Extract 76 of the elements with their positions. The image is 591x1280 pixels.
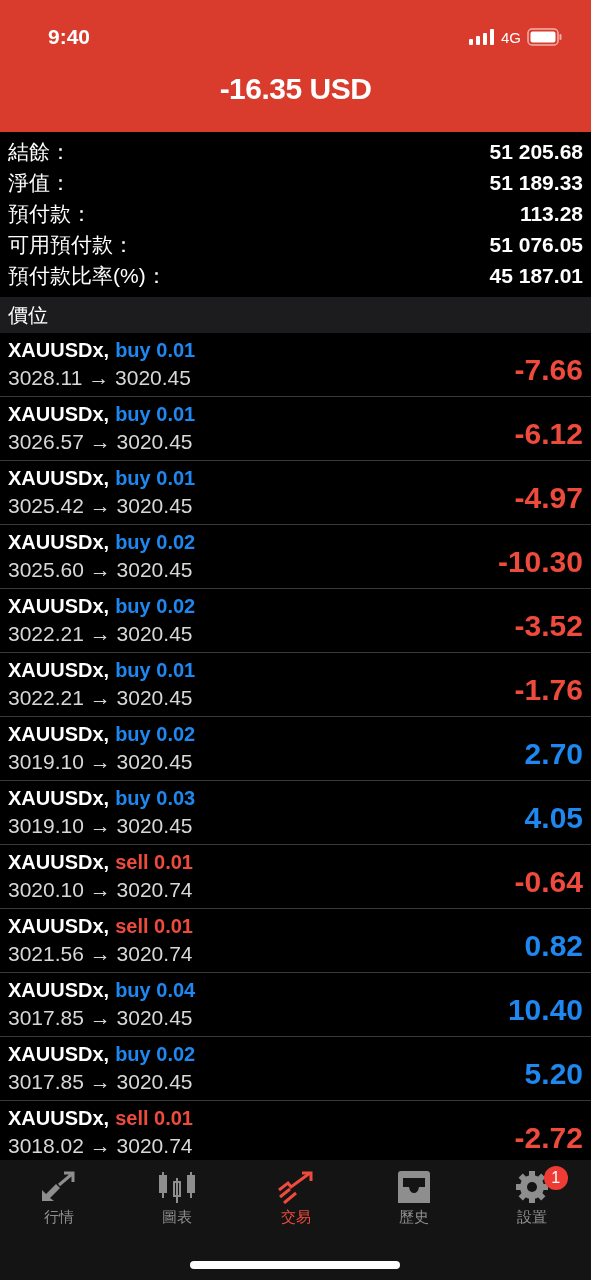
symbol-label: XAUUSDx,: [8, 915, 110, 938]
price-range: 3021.56 → 3020.74: [8, 942, 193, 966]
price-range: 3020.10 → 3020.74: [8, 878, 193, 902]
price-range: 3025.42 → 3020.45: [8, 494, 194, 518]
price-range: 3022.21 → 3020.45: [8, 686, 194, 710]
profit-value: -6.12: [514, 416, 583, 451]
summary-value: 113.28: [519, 201, 583, 226]
profit-value: 2.70: [524, 736, 583, 771]
profit-value: 4.05: [524, 800, 583, 835]
floating-profit: -16.35 USD: [218, 72, 373, 106]
summary-label: 可用預付款：: [8, 231, 134, 258]
battery-icon: [527, 28, 563, 46]
summary-label: 預付款比率(%)：: [8, 262, 167, 289]
order-label: buy 0.04: [115, 979, 196, 1002]
symbol-label: XAUUSDx,: [8, 851, 110, 874]
profit-value: -0.64: [514, 864, 583, 899]
section-header: 價位: [0, 297, 591, 333]
order-label: buy 0.03: [115, 787, 196, 810]
price-range: 3019.10 → 3020.45: [8, 814, 194, 838]
tab[interactable]: 設置 1: [472, 1168, 591, 1229]
profit-value: 0.82: [524, 928, 583, 963]
price-range: 3022.21 → 3020.45: [8, 622, 194, 646]
price-range: 3019.10 → 3020.45: [8, 750, 194, 774]
candlestick-icon: [157, 1170, 198, 1204]
order-label: buy 0.02: [115, 531, 196, 554]
symbol-label: XAUUSDx,: [8, 979, 110, 1002]
summary-value: 51 076.05: [489, 232, 583, 257]
order-label: sell 0.01: [115, 915, 193, 938]
price-range: 3017.85 → 3020.45: [8, 1070, 194, 1094]
profit-value: -2.72: [514, 1120, 583, 1155]
profit-value: 10.40: [507, 992, 583, 1027]
order-label: sell 0.01: [115, 851, 193, 874]
symbol-label: XAUUSDx,: [8, 659, 110, 682]
summary-value: 51 205.68: [489, 139, 583, 164]
profit-value: -1.76: [514, 672, 583, 707]
symbol-label: XAUUSDx,: [8, 595, 110, 618]
symbol-label: XAUUSDx,: [8, 531, 110, 554]
network-label: 4G: [501, 28, 521, 46]
symbol-label: XAUUSDx,: [8, 723, 110, 746]
tab[interactable]: 歷史: [354, 1168, 473, 1229]
price-range: 3017.85 → 3020.45: [8, 1006, 194, 1030]
order-label: buy 0.02: [115, 1043, 196, 1066]
order-label: buy 0.02: [115, 723, 196, 746]
tab[interactable]: 交易: [236, 1168, 355, 1229]
symbol-label: XAUUSDx,: [8, 403, 110, 426]
price-range: 3018.02 → 3020.74: [8, 1134, 193, 1158]
notification-badge: 1: [543, 1166, 568, 1190]
profit-value: -4.97: [514, 480, 583, 515]
profit-value: 5.20: [524, 1056, 583, 1091]
summary-label: 預付款：: [8, 200, 92, 227]
order-label: buy 0.01: [115, 467, 196, 490]
order-label: buy 0.01: [115, 339, 196, 362]
symbol-label: XAUUSDx,: [8, 339, 110, 362]
profit-value: -10.30: [497, 544, 583, 579]
price-range: 3026.57 → 3020.45: [8, 430, 194, 454]
symbol-label: XAUUSDx,: [8, 1107, 110, 1130]
tab[interactable]: 行情: [0, 1168, 119, 1229]
symbol-label: XAUUSDx,: [8, 1043, 110, 1066]
summary-label: 結餘：: [8, 138, 71, 165]
trend-arrow-icon: [275, 1170, 316, 1204]
tab[interactable]: 圖表: [118, 1168, 237, 1229]
order-label: sell 0.01: [115, 1107, 193, 1130]
symbol-label: XAUUSDx,: [8, 787, 110, 810]
summary-label: 淨值：: [8, 169, 71, 196]
summary-value: 45 187.01: [489, 263, 583, 288]
profit-value: -7.66: [514, 352, 583, 387]
summary-value: 51 189.33: [489, 170, 583, 195]
profit-value: -3.52: [514, 608, 583, 643]
order-label: buy 0.01: [115, 403, 196, 426]
symbol-label: XAUUSDx,: [8, 467, 110, 490]
order-label: buy 0.01: [115, 659, 196, 682]
price-range: 3025.60 → 3020.45: [8, 558, 194, 582]
signal-icon: [469, 29, 495, 45]
price-range: 3028.11 → 3020.45: [8, 366, 192, 390]
status-time: 9:40: [48, 25, 91, 49]
order-label: buy 0.02: [115, 595, 196, 618]
